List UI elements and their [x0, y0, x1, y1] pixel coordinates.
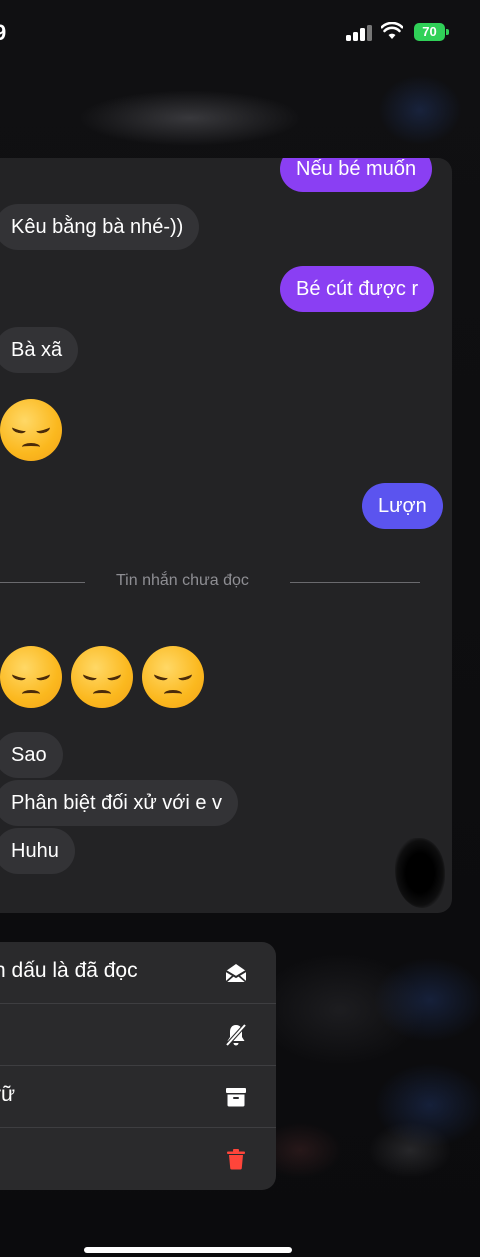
status-time: 9 [0, 20, 7, 45]
message-bubble-outgoing: Lượn [362, 483, 443, 529]
menu-item-label: rữ [0, 1083, 16, 1106]
menu-item-label: n dấu là đã đọc [0, 959, 138, 982]
home-indicator[interactable] [84, 1247, 292, 1253]
message-bubble-incoming: Huhu [0, 828, 75, 874]
chat-preview-panel[interactable]: Nếu bé muốn Kêu bằng bà nhé-)) Bé cút đư… [0, 158, 452, 913]
menu-item-mute[interactable] [0, 1004, 276, 1066]
status-bar: 9 70 [0, 0, 480, 60]
menu-item-delete[interactable] [0, 1128, 276, 1190]
context-menu: n dấu là đã đọc rữ [0, 942, 276, 1190]
disappointed-face-emoji [0, 399, 62, 461]
unread-divider: Tin nhắn chưa đọc [0, 572, 452, 592]
scribble-mark [395, 838, 445, 908]
bell-slash-icon [225, 1023, 247, 1047]
message-bubble-incoming: Bà xã [0, 327, 79, 373]
disappointed-face-emoji [71, 646, 133, 708]
wifi-icon [381, 22, 403, 39]
battery-indicator: 70 [414, 23, 445, 41]
disappointed-face-emoji [142, 646, 204, 708]
trash-icon [227, 1149, 245, 1170]
menu-item-archive[interactable]: rữ [0, 1066, 276, 1128]
message-bubble-incoming: Phân biệt đối xử với e v [0, 780, 239, 826]
disappointed-face-emoji [0, 646, 62, 708]
message-bubble-incoming: Kêu bằng bà nhé-)) [0, 204, 200, 250]
archive-icon [226, 1088, 246, 1107]
message-bubble-outgoing: Bé cút được r [280, 266, 435, 312]
message-bubble-incoming: Sao [0, 732, 63, 778]
envelope-open-icon [225, 964, 247, 983]
menu-item-mark-as-read[interactable]: n dấu là đã đọc [0, 942, 276, 1004]
battery-tip [446, 29, 449, 35]
cellular-signal-icon [346, 25, 372, 41]
unread-divider-label: Tin nhắn chưa đọc [116, 572, 249, 589]
message-bubble-outgoing: Nếu bé muốn [280, 158, 433, 192]
